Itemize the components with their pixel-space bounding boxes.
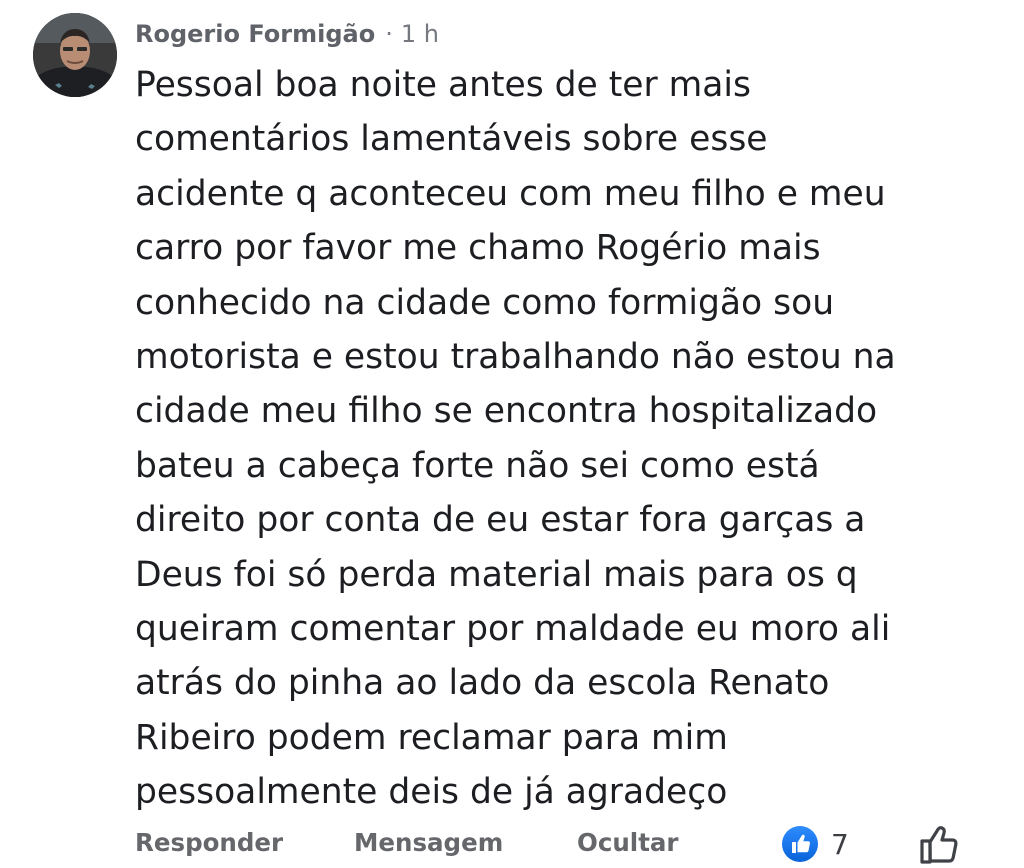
avatar[interactable] — [33, 13, 117, 97]
like-badge-icon — [782, 826, 818, 862]
comment-timestamp[interactable]: 1 h — [401, 20, 439, 48]
comment-actions: Responder Mensagem Ocultar 7 — [0, 822, 1024, 866]
header-separator: · — [385, 20, 393, 48]
reaction-count: 7 — [831, 827, 849, 861]
reply-button[interactable]: Responder — [135, 828, 283, 857]
avatar-photo — [33, 13, 117, 97]
author-name[interactable]: Rogerio Formigão — [135, 20, 375, 48]
message-button[interactable]: Mensagem — [354, 828, 503, 857]
reaction-summary[interactable]: 7 — [781, 825, 849, 863]
thumbs-up-outline-icon[interactable] — [917, 822, 963, 866]
comment-text: Pessoal boa noite antes de ter mais come… — [135, 65, 896, 813]
hide-button[interactable]: Ocultar — [577, 828, 679, 857]
comment-header: Rogerio Formigão · 1 h — [135, 14, 439, 54]
